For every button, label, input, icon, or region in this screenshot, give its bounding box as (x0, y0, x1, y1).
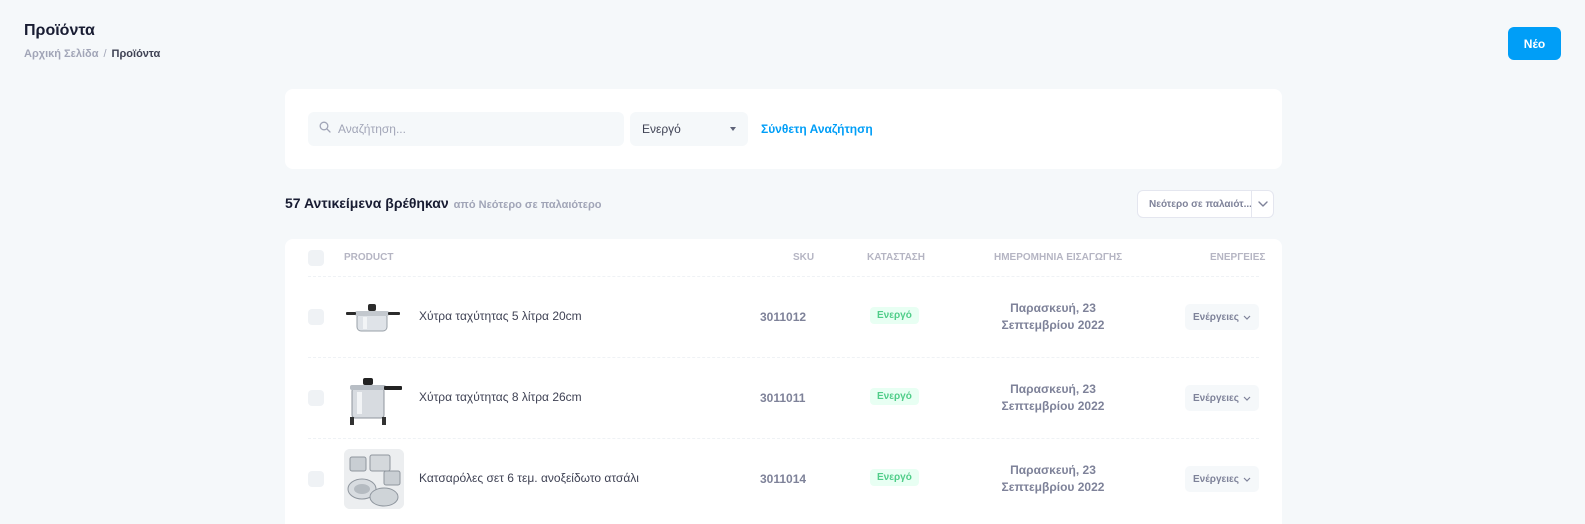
search-input[interactable] (338, 122, 608, 136)
caret-down-icon (730, 127, 736, 131)
row-actions-button[interactable]: Ενέργειες (1185, 385, 1259, 411)
header-product: PRODUCT (344, 252, 394, 263)
date-line-2: Σεπτεμβρίου 2022 (1001, 399, 1105, 413)
search-box[interactable] (308, 112, 624, 146)
table-row: Χύτρα ταχύτητας 8 λίτρα 26cm 3011011 Ενε… (308, 358, 1259, 439)
search-filter-card: Ενεργό Σύνθετη Αναζήτηση (285, 89, 1282, 169)
results-count: 57 Αντικείμενα βρέθηκαν (285, 195, 449, 211)
products-table: PRODUCT SKU ΚΑΤΑΣΤΑΣΗ ΗΜΕΡΟΜΗΝΙΑ ΕΙΣΑΓΩΓ… (285, 239, 1282, 524)
header-date: ΗΜΕΡΟΜΗΝΙΑ ΕΙΣΑΓΩΓΗΣ (994, 252, 1123, 263)
status-badge: Ενεργό (870, 307, 919, 324)
advanced-search-link[interactable]: Σύνθετη Αναζήτηση (761, 122, 873, 136)
results-sort-label: από Νεότερο σε παλαιότερο (453, 199, 602, 211)
date-line-1: Παρασκευή, 23 (1010, 463, 1096, 477)
sort-order-value: Νεότερο σε παλαιότ... (1149, 198, 1251, 210)
pressure-cooker-small-image[interactable] (344, 287, 404, 347)
chevron-down-icon (1243, 396, 1251, 401)
row-checkbox[interactable] (308, 471, 324, 487)
date-added: Παρασκευή, 23 Σεπτεμβρίου 2022 (968, 300, 1138, 334)
chevron-down-icon (1251, 191, 1273, 217)
status-filter-value: Ενεργό (642, 122, 681, 136)
table-row: Χύτρα ταχύτητας 5 λίτρα 20cm 3011012 Ενε… (308, 277, 1259, 358)
cookware-set-image[interactable] (344, 449, 404, 509)
product-sku: 3011011 (760, 391, 806, 405)
date-line-1: Παρασκευή, 23 (1010, 301, 1096, 315)
row-actions-label: Ενέργειες (1193, 473, 1239, 485)
status-filter-select[interactable]: Ενεργό (630, 112, 748, 146)
date-added: Παρασκευή, 23 Σεπτεμβρίου 2022 (968, 462, 1138, 496)
sort-order-select[interactable]: Νεότερο σε παλαιότ... (1137, 190, 1274, 218)
breadcrumb-current: Προϊόντα (111, 48, 161, 60)
date-line-2: Σεπτεμβρίου 2022 (1001, 318, 1105, 332)
status-badge: Ενεργό (870, 469, 919, 486)
row-actions-button[interactable]: Ενέργειες (1185, 304, 1259, 330)
row-checkbox[interactable] (308, 390, 324, 406)
date-line-2: Σεπτεμβρίου 2022 (1001, 480, 1105, 494)
product-name[interactable]: Κατσαρόλες σετ 6 τεμ. ανοξείδωτο ατσάλι (419, 471, 639, 485)
product-sku: 3011012 (760, 310, 807, 324)
row-actions-label: Ενέργειες (1193, 311, 1239, 323)
product-name[interactable]: Χύτρα ταχύτητας 5 λίτρα 20cm (419, 309, 582, 323)
product-sku: 3011014 (760, 472, 807, 486)
search-icon (319, 120, 331, 138)
pressure-cooker-large-image[interactable] (344, 368, 404, 428)
header-status: ΚΑΤΑΣΤΑΣΗ (867, 252, 926, 263)
chevron-down-icon (1243, 477, 1251, 482)
breadcrumb-home-link[interactable]: Αρχική Σελίδα (24, 48, 98, 60)
row-actions-button[interactable]: Ενέργειες (1185, 466, 1259, 492)
status-badge: Ενεργό (870, 388, 919, 405)
row-actions-label: Ενέργειες (1193, 392, 1239, 404)
header-actions: ΕΝΕΡΓΕΙΕΣ (1210, 252, 1266, 263)
header-sku: SKU (793, 252, 815, 263)
product-name[interactable]: Χύτρα ταχύτητας 8 λίτρα 26cm (419, 390, 582, 404)
chevron-down-icon (1243, 315, 1251, 320)
results-summary: 57 Αντικείμενα βρέθηκαν από Νεότερο σε π… (285, 195, 601, 211)
new-product-button[interactable]: Νέο (1508, 27, 1561, 60)
table-row: Κατσαρόλες σετ 6 τεμ. ανοξείδωτο ατσάλι … (308, 439, 1259, 520)
select-all-checkbox[interactable] (308, 250, 324, 266)
breadcrumb-separator: / (103, 48, 107, 60)
breadcrumb: Αρχική Σελίδα / Προϊόντα (24, 48, 160, 60)
table-header: PRODUCT SKU ΚΑΤΑΣΤΑΣΗ ΗΜΕΡΟΜΗΝΙΑ ΕΙΣΑΓΩΓ… (308, 239, 1265, 277)
date-added: Παρασκευή, 23 Σεπτεμβρίου 2022 (968, 381, 1138, 415)
page-title: Προϊόντα (24, 22, 95, 39)
date-line-1: Παρασκευή, 23 (1010, 382, 1096, 396)
row-checkbox[interactable] (308, 309, 324, 325)
